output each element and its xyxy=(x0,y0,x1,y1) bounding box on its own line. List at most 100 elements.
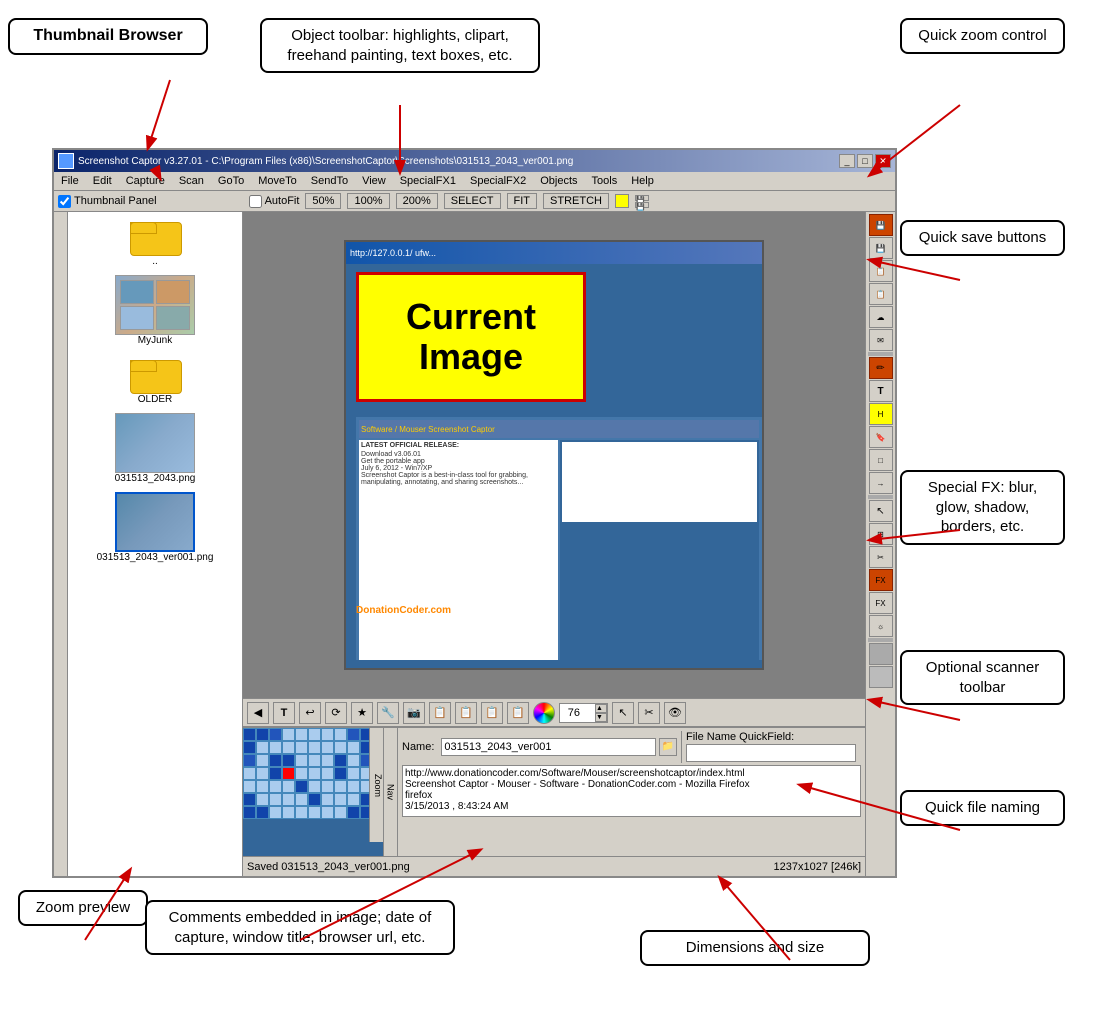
rt-crop-btn[interactable]: ✂ xyxy=(869,546,893,568)
tool-btn6[interactable]: 📋 xyxy=(507,702,529,724)
stretch-btn[interactable]: STRETCH xyxy=(543,193,609,209)
callout-dimensions: Dimensions and size xyxy=(640,930,870,966)
thumbnail-031513[interactable]: 031513_2043.png xyxy=(115,413,196,484)
color-swatch-yellow[interactable] xyxy=(615,194,629,208)
zoom-cell xyxy=(308,741,321,754)
app-toolbar: Thumbnail Panel AutoFit 50% 100% 200% SE… xyxy=(54,191,895,212)
select-btn[interactable]: SELECT xyxy=(444,193,501,209)
autofit-checkbox[interactable] xyxy=(249,195,262,208)
zoom-grid xyxy=(243,728,373,819)
maximize-button[interactable]: □ xyxy=(857,154,873,168)
menu-capture[interactable]: Capture xyxy=(123,174,168,188)
zoom-cell xyxy=(256,780,269,793)
fit-btn[interactable]: FIT xyxy=(507,193,538,209)
center-area: http://127.0.0.1/ ufw... Current Image S… xyxy=(243,212,865,876)
rt-arrow-btn[interactable]: → xyxy=(869,472,893,494)
name-row: Name: 📁 File Name QuickField: xyxy=(402,731,861,763)
undo-btn[interactable]: ↩ xyxy=(299,702,321,724)
color-wheel-btn[interactable] xyxy=(533,702,555,724)
nav-back-btn[interactable]: ◀ xyxy=(247,702,269,724)
rt-email-btn[interactable]: ✉ xyxy=(869,329,893,351)
name-field-area: Name: 📁 xyxy=(402,731,677,763)
rt-fx2-btn[interactable]: FX xyxy=(869,592,893,614)
crop-btn[interactable]: ✂ xyxy=(638,702,660,724)
menu-objects[interactable]: Objects xyxy=(537,174,580,188)
close-button[interactable]: ✕ xyxy=(875,154,891,168)
callout-quick-save: Quick save buttons xyxy=(900,220,1065,256)
callout-object-toolbar: Object toolbar: highlights, clipart, fre… xyxy=(260,18,540,73)
thumb-img-myjunk xyxy=(115,275,195,335)
menu-tools[interactable]: Tools xyxy=(589,174,621,188)
rt-fx3-btn[interactable]: ☼ xyxy=(869,615,893,637)
zoom-cell xyxy=(321,741,334,754)
text-btn[interactable]: T xyxy=(273,702,295,724)
zoom-up-btn[interactable]: ▲ xyxy=(595,704,607,713)
rt-shape-btn[interactable]: □ xyxy=(869,449,893,471)
left-scrollbar[interactable] xyxy=(54,212,68,876)
thumbnail-myjunk[interactable]: MyJunk xyxy=(115,275,195,346)
thumb-label-031513: 031513_2043.png xyxy=(115,473,196,484)
zoom-input[interactable] xyxy=(560,704,595,722)
tool-btn3[interactable]: 📋 xyxy=(429,702,451,724)
rt-highlight-btn[interactable]: H xyxy=(869,403,893,425)
zoom-100-btn[interactable]: 100% xyxy=(347,193,389,209)
zoom-cell xyxy=(308,767,321,780)
quick-save-btn1[interactable]: 💾 xyxy=(635,195,649,201)
zoom-down-btn[interactable]: ▼ xyxy=(595,713,607,722)
zoom-cell xyxy=(256,806,269,819)
zoom-50-btn[interactable]: 50% xyxy=(305,193,341,209)
menu-goto[interactable]: GoTo xyxy=(215,174,247,188)
menu-specialfx1[interactable]: SpecialFX1 xyxy=(397,174,459,188)
name-browse-btn[interactable]: 📁 xyxy=(659,738,677,756)
menu-specialfx2[interactable]: SpecialFX2 xyxy=(467,174,529,188)
quick-save-btn2[interactable]: 💾 xyxy=(635,202,649,208)
thumbnail-panel-checkbox-label[interactable]: Thumbnail Panel xyxy=(58,195,157,208)
nav-label: Nav xyxy=(383,728,397,856)
rt-paste-btn[interactable]: 📋 xyxy=(869,283,893,305)
rt-cursor-btn[interactable]: ↖ xyxy=(869,500,893,522)
thumb-img-031513 xyxy=(115,413,195,473)
thumbnail-panel-checkbox[interactable] xyxy=(58,195,71,208)
tool-btn1[interactable]: 🔧 xyxy=(377,702,399,724)
star-btn[interactable]: ★ xyxy=(351,702,373,724)
rt-text-btn[interactable]: T xyxy=(869,380,893,402)
rt-gray-btn2[interactable] xyxy=(869,666,893,688)
img-content-area: LATEST OFFICIAL RELEASE: Download v3.06.… xyxy=(359,440,759,660)
cursor-btn[interactable]: ↖ xyxy=(612,702,634,724)
app-window: Screenshot Captor v3.27.01 - C:\Program … xyxy=(52,148,897,878)
tool-btn4[interactable]: 📋 xyxy=(455,702,477,724)
tool-btn5[interactable]: 📋 xyxy=(481,702,503,724)
rt-ftp-btn[interactable]: ☁ xyxy=(869,306,893,328)
rt-save-btn2[interactable]: 💾 xyxy=(869,237,893,259)
rt-fx1-btn[interactable]: FX xyxy=(869,569,893,591)
rt-gray-btn1[interactable] xyxy=(869,643,893,665)
rt-pencil-btn[interactable]: ✏ xyxy=(869,357,893,379)
menu-moveto[interactable]: MoveTo xyxy=(255,174,300,188)
zoom-200-btn[interactable]: 200% xyxy=(396,193,438,209)
menu-edit[interactable]: Edit xyxy=(90,174,115,188)
callout-quick-zoom-text: Quick zoom control xyxy=(918,27,1046,44)
zoom-cell xyxy=(347,780,360,793)
thumbnail-folder-up[interactable]: .. xyxy=(130,216,180,267)
rt-stamp-btn[interactable]: 🔖 xyxy=(869,426,893,448)
tool-btn2[interactable]: 📷 xyxy=(403,702,425,724)
zoom-stepper: ▲ ▼ xyxy=(595,704,607,722)
menu-help[interactable]: Help xyxy=(628,174,657,188)
name-input[interactable] xyxy=(441,738,656,756)
menu-file[interactable]: File xyxy=(58,174,82,188)
autofit-checkbox-label[interactable]: AutoFit xyxy=(249,195,300,208)
thumbnail-031513ver[interactable]: 031513_2043_ver001.png xyxy=(97,492,214,563)
zoom-cell xyxy=(243,728,256,741)
view-btn[interactable]: 👁 xyxy=(664,702,686,724)
comments-textarea[interactable]: http://www.donationcoder.com/Software/Mo… xyxy=(402,765,861,817)
minimize-button[interactable]: _ xyxy=(839,154,855,168)
rt-save-btn1[interactable]: 💾 xyxy=(869,214,893,236)
thumbnail-older[interactable]: OLDER xyxy=(130,354,180,405)
quick-field-input[interactable] xyxy=(686,744,856,762)
rt-copy-btn[interactable]: 📋 xyxy=(869,260,893,282)
menu-sendto[interactable]: SendTo xyxy=(308,174,351,188)
menu-view[interactable]: View xyxy=(359,174,389,188)
menu-scan[interactable]: Scan xyxy=(176,174,207,188)
rotate-btn[interactable]: ⟳ xyxy=(325,702,347,724)
rt-select-btn[interactable]: ⊞ xyxy=(869,523,893,545)
